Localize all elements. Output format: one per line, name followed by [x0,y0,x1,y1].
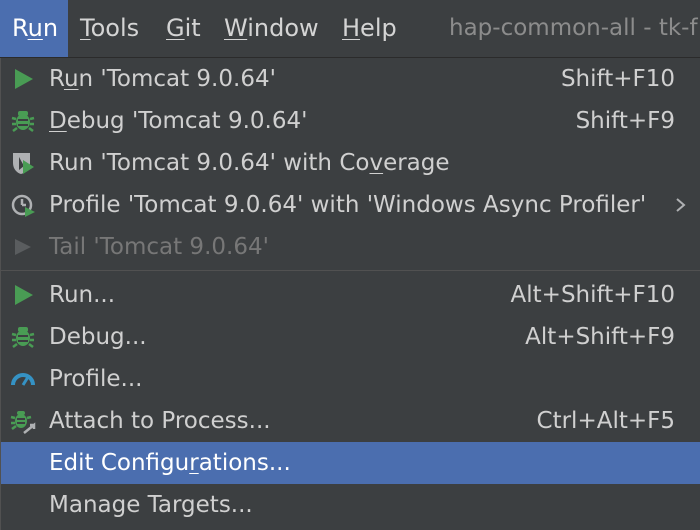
attach-icon [10,411,36,434]
menu-item-manage-targets[interactable]: Manage Targets... [1,484,700,526]
menu-git[interactable]: Git [154,0,213,57]
menu-item-label: Attach to Process... [49,408,271,434]
menu-item-label: Debug... [49,324,147,350]
menu-item-label: Run 'Tomcat 9.0.64' [49,66,276,92]
menu-item-tail-tomcat: Tail 'Tomcat 9.0.64' [1,226,700,268]
run-menu-dropdown: Run 'Tomcat 9.0.64' Shift+F10 Debug 'Tom… [0,58,700,530]
run-icon [15,285,33,305]
window-title: hap-common-all - tk-f [449,15,698,41]
shortcut-label: Ctrl+Alt+F5 [536,408,675,434]
menu-item-edit-configurations[interactable]: Edit Configurations... [1,442,700,484]
run-icon-disabled [15,239,31,255]
run-icon [15,69,33,89]
gauge-icon [11,373,35,386]
menu-item-run-tomcat[interactable]: Run 'Tomcat 9.0.64' Shift+F10 [1,58,700,100]
menu-item-label: Manage Targets... [49,492,253,518]
menu-item-label: Run... [49,282,116,308]
shortcut-label: Shift+F10 [560,66,675,92]
shortcut-label: Alt+Shift+F10 [510,282,675,308]
debug-icon [11,111,35,132]
menu-item-attach-to-process[interactable]: Attach to Process... Ctrl+Alt+F5 [1,400,700,442]
menu-item-run[interactable]: Run... Alt+Shift+F10 [1,274,700,316]
menu-item-profile-async[interactable]: Profile 'Tomcat 9.0.64' with 'Windows As… [1,184,700,226]
menu-help[interactable]: Help [330,0,409,57]
menu-window[interactable]: Window [212,0,331,57]
menu-item-run-with-coverage[interactable]: Run 'Tomcat 9.0.64' with Coverage [1,142,700,184]
menu-tools[interactable]: Tools [68,0,151,57]
profiler-icon [11,194,35,217]
shortcut-label: Shift+F9 [575,108,675,134]
shortcut-label: Alt+Shift+F9 [525,324,675,350]
menu-item-label: Tail 'Tomcat 9.0.64' [49,234,269,260]
menu-item-label: Run 'Tomcat 9.0.64' with Coverage [49,150,450,176]
menu-item-debug-tomcat[interactable]: Debug 'Tomcat 9.0.64' Shift+F9 [1,100,700,142]
menu-bar: Run Tools Git Window Help hap-common-all… [0,0,700,58]
menu-item-debug[interactable]: Debug... Alt+Shift+F9 [1,316,700,358]
chevron-right-icon [676,198,686,212]
menu-run[interactable]: Run [0,0,68,57]
menu-item-label: Debug 'Tomcat 9.0.64' [49,108,308,134]
debug-icon [11,327,35,348]
menu-item-label: Profile 'Tomcat 9.0.64' with 'Windows As… [49,192,647,218]
menu-item-profile[interactable]: Profile... [1,358,700,400]
menu-separator [1,270,700,271]
menu-item-label: Edit Configurations... [49,450,291,476]
menu-item-label: Profile... [49,366,143,392]
coverage-icon [13,153,34,174]
